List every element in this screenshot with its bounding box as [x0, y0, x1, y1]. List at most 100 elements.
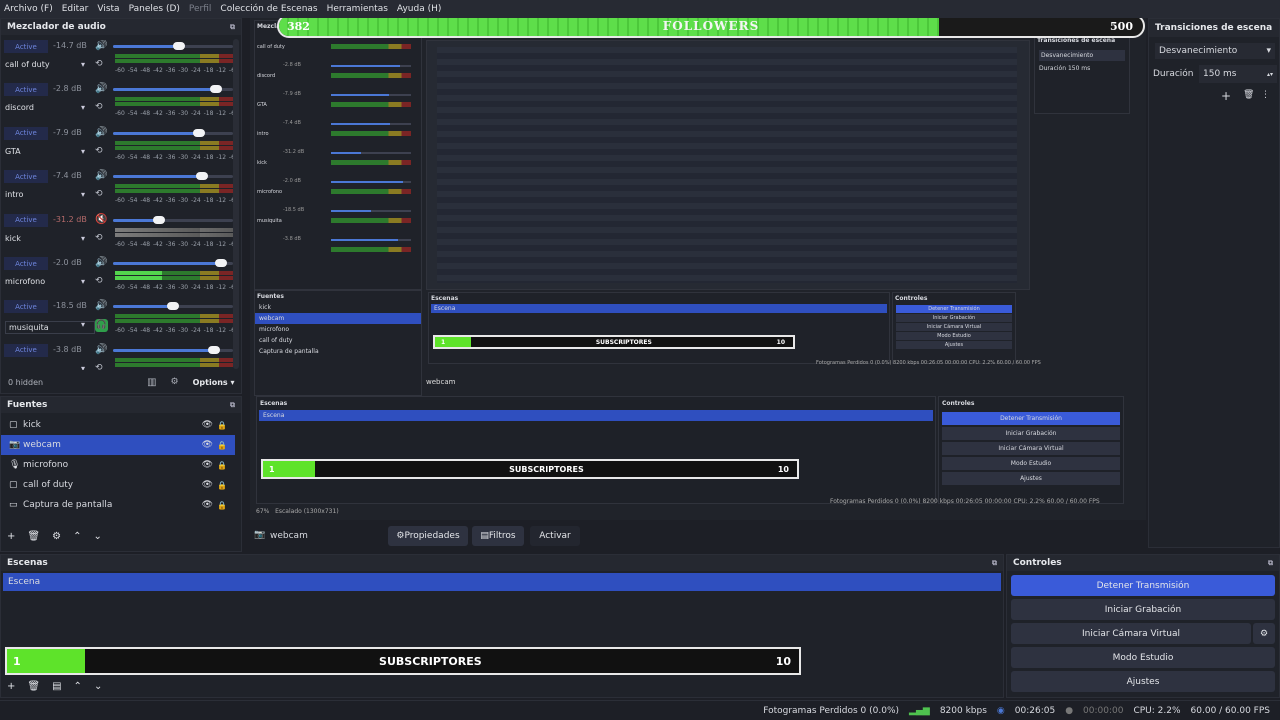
level-meter [115, 357, 233, 368]
link-icon[interactable]: ⟲ [95, 146, 103, 156]
layout-icon[interactable]: ▥ [147, 377, 156, 388]
dock-icon[interactable]: ⧉ [992, 559, 997, 568]
chevron-down-icon[interactable]: ▾ [81, 234, 85, 243]
speaker-icon[interactable]: 🔊 [95, 40, 107, 51]
up-icon[interactable]: ⌃ [73, 531, 81, 542]
link-icon[interactable]: ⟲ [95, 276, 103, 286]
headphones-icon[interactable]: 🎧 [95, 319, 108, 333]
speaker-icon[interactable]: 🔊 [95, 300, 107, 311]
spinner-icon[interactable]: ▴▾ [1267, 71, 1273, 78]
link-icon[interactable]: ⟲ [95, 189, 103, 199]
speaker-icon[interactable]: 🔊 [95, 170, 107, 181]
preview-canvas[interactable]: Mezclador de audio call of duty-14.7 dBd… [250, 18, 1146, 520]
eye-icon[interactable]: 👁 [202, 460, 213, 470]
muted-speaker-icon[interactable]: 🔇 [95, 214, 107, 225]
menu-ayuda[interactable]: Ayuda (H) [397, 4, 441, 14]
speaker-icon[interactable]: 🔊 [95, 257, 107, 268]
speaker-icon[interactable]: 🔊 [95, 127, 107, 138]
start-recording-button[interactable]: Iniciar Grabación [1011, 599, 1275, 620]
chevron-down-icon[interactable]: ▾ [81, 60, 85, 69]
source-item-call-of-duty[interactable]: ▢ call of duty 👁 🔒 [1, 475, 235, 495]
studio-mode-button[interactable]: Modo Estudio [1011, 647, 1275, 668]
up-icon[interactable]: ⌃ [74, 681, 82, 692]
filters-button[interactable]: ▤ Filtros [472, 526, 524, 546]
trash-icon[interactable]: 🗑 [27, 681, 40, 692]
menu-herramientas[interactable]: Herramientas [327, 4, 388, 14]
menu-paneles[interactable]: Paneles (D) [129, 4, 180, 14]
advanced-icon[interactable]: ⚙ [171, 377, 179, 387]
menu-archivo[interactable]: Archivo (F) [4, 4, 53, 14]
duration-field[interactable]: 150 ms ▴▾ [1199, 65, 1277, 83]
volume-slider[interactable] [113, 85, 233, 94]
stop-stream-button[interactable]: Detener Transmisión [1011, 575, 1275, 596]
link-icon[interactable]: ⟲ [95, 59, 103, 69]
trash-icon[interactable]: 🗑 [27, 531, 40, 542]
link-icon[interactable]: ⟲ [95, 363, 103, 370]
mixer-scrollbar[interactable] [233, 39, 239, 369]
volume-slider[interactable] [113, 345, 233, 354]
chevron-down-icon[interactable]: ▾ [81, 320, 85, 329]
lock-icon[interactable]: 🔒 [217, 441, 227, 450]
link-icon[interactable]: ⟲ [95, 233, 103, 243]
add-icon[interactable]: + [7, 531, 15, 542]
filter-icon[interactable]: ▤ [52, 681, 61, 692]
transition-select[interactable]: Desvanecimiento ▾ [1155, 43, 1275, 59]
scene-item-escena[interactable]: Escena [3, 573, 1001, 591]
trash-icon[interactable]: 🗑 [1243, 90, 1254, 100]
add-scene-icon[interactable]: + [7, 681, 15, 692]
menu-editar[interactable]: Editar [62, 4, 89, 14]
volume-slider[interactable] [113, 302, 233, 311]
scale-tick: -60 [115, 284, 125, 291]
gear-icon[interactable]: ⚙ [1253, 623, 1275, 644]
down-icon[interactable]: ⌄ [93, 531, 101, 542]
mixer-channel: Active -31.2 dB 🔇 kick ▾ ⟲ -60 -54 -48 -42 -36 -30-… [1, 213, 239, 257]
sources-list: ▢ kick 👁 🔒 📷 webcam 👁 🔒 🎙 microfono 👁 🔒 ▢ call of dut… [1, 413, 235, 515]
dock-icon[interactable]: ⧉ [1268, 559, 1273, 568]
down-icon[interactable]: ⌄ [94, 681, 102, 692]
volume-slider[interactable] [113, 259, 233, 267]
lock-icon[interactable]: 🔒 [217, 481, 227, 490]
properties-button[interactable]: ⚙ Propiedades [388, 526, 468, 546]
signal-icon: ▂▄▆ [909, 705, 930, 716]
more-icon[interactable]: ⋮ [1261, 90, 1270, 100]
dock-icon[interactable]: ⧉ [230, 401, 235, 410]
link-icon[interactable]: ⟲ [95, 102, 103, 112]
chevron-down-icon[interactable]: ▾ [81, 277, 85, 286]
inner-channel-db: -18.5 dB [283, 207, 305, 213]
eye-icon[interactable]: 👁 [202, 440, 213, 450]
menu-vista[interactable]: Vista [97, 4, 119, 14]
menu-coleccion[interactable]: Colección de Escenas [220, 4, 317, 14]
chevron-down-icon[interactable]: ▾ [81, 103, 85, 112]
start-virtual-camera-button[interactable]: Iniciar Cámara Virtual [1011, 623, 1251, 644]
chevron-down-icon[interactable]: ▾ [81, 190, 85, 199]
mixer-options-button[interactable]: Options ▾ [193, 378, 235, 387]
lock-icon[interactable]: 🔒 [217, 421, 227, 430]
inner-channel-db: -2.8 dB [283, 62, 301, 68]
source-item-kick[interactable]: ▢ kick 👁 🔒 [1, 415, 235, 435]
chevron-down-icon[interactable]: ▾ [81, 364, 85, 370]
add-transition-icon[interactable]: + [1221, 89, 1231, 103]
source-item-Captura-de-pantalla[interactable]: ▭ Captura de pantalla 👁 🔒 [1, 495, 235, 515]
level-meter [115, 184, 233, 194]
dock-icon[interactable]: ⧉ [230, 23, 235, 32]
menu-perfil[interactable]: Perfil [189, 4, 212, 14]
eye-icon[interactable]: 👁 [202, 500, 213, 510]
eye-icon[interactable]: 👁 [202, 420, 213, 430]
scale-tick: -12 [216, 67, 227, 74]
gear-icon[interactable]: ⚙ [52, 531, 61, 542]
volume-slider[interactable] [113, 42, 233, 50]
activate-button[interactable]: Activar [530, 526, 580, 546]
lock-icon[interactable]: 🔒 [217, 501, 227, 510]
source-item-webcam[interactable]: 📷 webcam 👁 🔒 [1, 435, 235, 455]
speaker-icon[interactable]: 🔊 [95, 344, 107, 355]
speaker-icon[interactable]: 🔊 [95, 83, 107, 94]
scale-tick: -24 [190, 67, 201, 74]
eye-icon[interactable]: 👁 [202, 480, 213, 490]
volume-slider[interactable] [113, 215, 233, 224]
volume-slider[interactable] [113, 172, 233, 181]
source-item-microfono[interactable]: 🎙 microfono 👁 🔒 [1, 455, 235, 475]
lock-icon[interactable]: 🔒 [217, 461, 227, 470]
settings-button[interactable]: Ajustes [1011, 671, 1275, 692]
volume-slider[interactable] [113, 128, 233, 137]
chevron-down-icon[interactable]: ▾ [81, 147, 85, 156]
